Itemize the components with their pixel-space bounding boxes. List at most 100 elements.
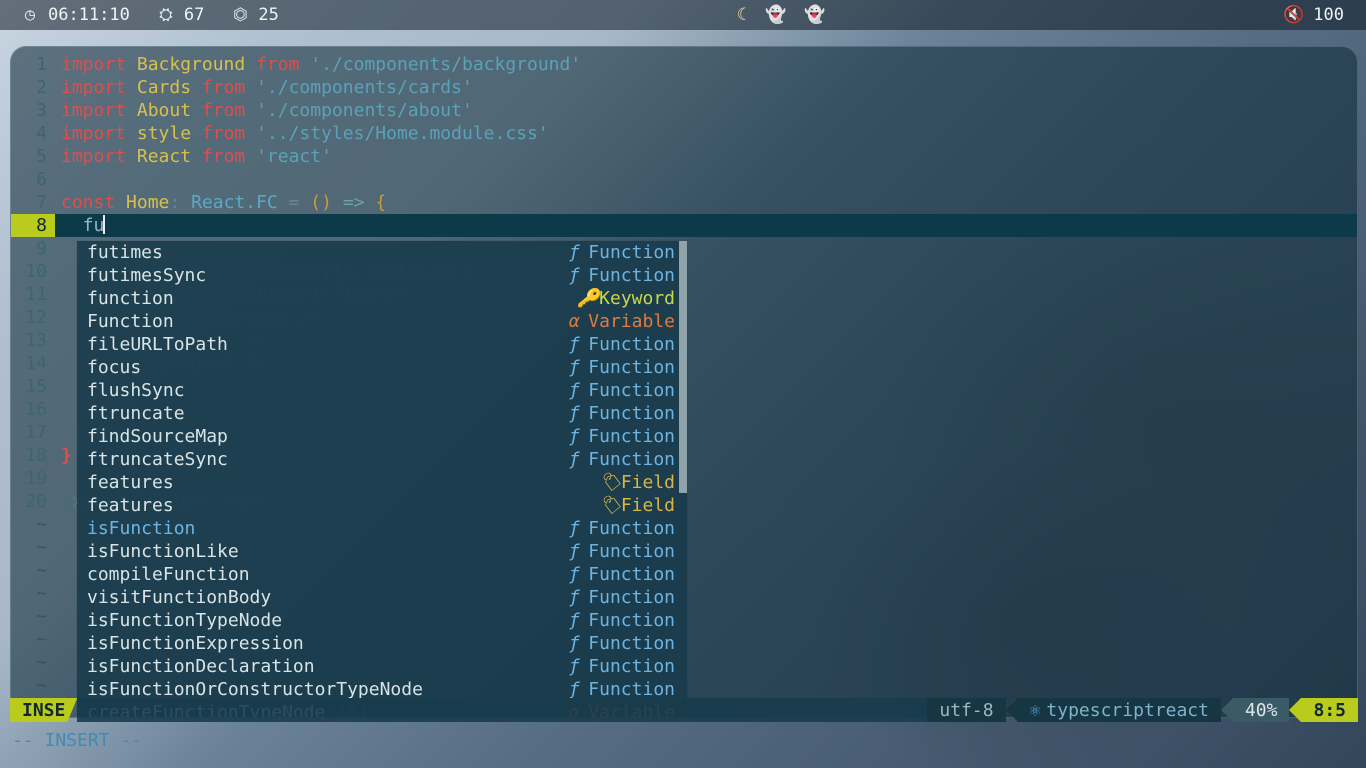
completion-item[interactable]: ftruncateƒFunction [77, 402, 687, 425]
completion-label: isFunctionExpression [87, 632, 304, 655]
completion-kind: ƒFunction [566, 540, 675, 563]
completion-item[interactable]: futimesSyncƒFunction [77, 264, 687, 287]
completion-label: flushSync [87, 379, 185, 402]
completion-label: features [87, 494, 174, 517]
line-content[interactable]: const Home: React.FC = () => { [55, 191, 386, 214]
stat1-icon: ⛭ [158, 4, 174, 27]
line-number: 15 [11, 375, 55, 398]
code-line[interactable]: 5import React from 'react' [11, 145, 1357, 168]
completion-label: futimes [87, 241, 163, 264]
encoding-segment: utf-8 [927, 698, 1005, 722]
editor-window[interactable]: 1import Background from './components/ba… [10, 46, 1358, 718]
completion-item[interactable]: findSourceMap ƒFunction [77, 425, 687, 448]
code-line[interactable]: 8 fu [11, 214, 1357, 237]
completion-item[interactable]: features 🏷Field [77, 494, 687, 517]
line-content[interactable]: import About from './components/about' [55, 99, 473, 122]
completion-kind: ƒFunction [566, 425, 675, 448]
func-icon: ƒ [566, 356, 582, 379]
func-icon: ƒ [566, 425, 582, 448]
tilde-marker: ~ [11, 513, 55, 536]
tilde-marker: ~ [11, 536, 55, 559]
line-number: 10 [11, 260, 55, 283]
completion-kind: 🏷Field [599, 471, 675, 494]
completion-item[interactable]: ftruncateSyncƒFunction [77, 448, 687, 471]
code-line[interactable]: 7const Home: React.FC = () => { [11, 191, 1357, 214]
completion-item[interactable]: isFunctionDeclarationƒFunction [77, 655, 687, 678]
code-line[interactable]: 2import Cards from './components/cards' [11, 76, 1357, 99]
tray-icons: ☾ 👻 👻 [737, 4, 826, 27]
completion-label: fileURLToPath [87, 333, 228, 356]
func-icon: ƒ [566, 586, 582, 609]
line-content[interactable]: import Background from './components/bac… [55, 53, 581, 76]
line-number: 20 [11, 490, 55, 513]
completion-item[interactable]: isFunctionTypeNodeƒFunction [77, 609, 687, 632]
completion-item[interactable]: compileFunctionƒFunction [77, 563, 687, 586]
line-content[interactable]: } [55, 444, 72, 467]
stat2-group: ⏣ 25 [232, 4, 278, 27]
completion-item[interactable]: visitFunctionBodyƒFunction [77, 586, 687, 609]
completion-label: compileFunction [87, 563, 250, 586]
react-icon: ⚛ [1030, 699, 1041, 722]
line-content[interactable]: import Cards from './components/cards' [55, 76, 473, 99]
completion-label: visitFunctionBody [87, 586, 271, 609]
code-line[interactable]: 4import style from '../styles/Home.modul… [11, 122, 1357, 145]
line-content[interactable]: import React from 'react' [55, 145, 332, 168]
volume-icon: 🔇 [1283, 4, 1299, 27]
stat2-value: 25 [258, 4, 278, 27]
completion-item[interactable]: FunctionαVariable [77, 310, 687, 333]
tilde-marker: ~ [11, 628, 55, 651]
completion-kind: ƒFunction [566, 379, 675, 402]
completion-item[interactable]: futimesƒFunction [77, 241, 687, 264]
tilde-marker: ~ [11, 674, 55, 697]
completion-item[interactable]: isFunctionƒFunction [77, 517, 687, 540]
code-line[interactable]: 1import Background from './components/ba… [11, 53, 1357, 76]
completion-label: focus [87, 356, 141, 379]
line-number: 8 [11, 214, 55, 237]
sep-icon [1221, 698, 1233, 722]
tilde-marker: ~ [11, 559, 55, 582]
line-number: 16 [11, 398, 55, 421]
line-number: 7 [11, 191, 55, 214]
func-icon: ƒ [566, 655, 582, 678]
completion-kind: ƒFunction [566, 333, 675, 356]
statusline: INSE utf-8 ⚛ typescriptreact 40% 8:5 [10, 698, 1358, 722]
tilde-marker: ~ [11, 651, 55, 674]
ghost-icon: 👻 [765, 4, 786, 27]
func-icon: ƒ [566, 609, 582, 632]
completion-kind: 🔑Keyword [577, 287, 675, 310]
completion-item[interactable]: features🏷Field [77, 471, 687, 494]
func-icon: ƒ [566, 402, 582, 425]
popup-scrollbar[interactable] [679, 241, 687, 493]
completion-popup[interactable]: futimesƒFunctionfutimesSyncƒFunctionfunc… [77, 241, 687, 718]
top-statusbar: ◷ 06:11:10 ⛭ 67 ⏣ 25 ☾ 👻 👻 🔇 100 [0, 0, 1366, 30]
line-number: 2 [11, 76, 55, 99]
clock-time: 06:11:10 [48, 4, 130, 27]
completion-item[interactable]: function🔑Keyword [77, 287, 687, 310]
line-number: 12 [11, 306, 55, 329]
filetype-label: typescriptreact [1046, 699, 1209, 722]
completion-item[interactable]: isFunctionExpression ƒFunction [77, 632, 687, 655]
line-number: 14 [11, 352, 55, 375]
completion-label: findSourceMap [87, 425, 228, 448]
moon-icon: ☾ [737, 4, 747, 27]
line-content[interactable]: fu [55, 214, 105, 237]
completion-item[interactable]: flushSync ƒFunction [77, 379, 687, 402]
field-icon: 🏷 [599, 471, 615, 494]
func-icon: ƒ [566, 264, 582, 287]
line-number: 1 [11, 53, 55, 76]
position-segment: 8:5 [1301, 698, 1358, 722]
code-line[interactable]: 6 [11, 168, 1357, 191]
completion-item[interactable]: focusƒFunction [77, 356, 687, 379]
completion-kind: ƒFunction [566, 632, 675, 655]
completion-item[interactable]: fileURLToPath ƒFunction [77, 333, 687, 356]
line-number: 17 [11, 421, 55, 444]
func-icon: ƒ [566, 632, 582, 655]
line-content[interactable]: import style from '../styles/Home.module… [55, 122, 549, 145]
line-number: 4 [11, 122, 55, 145]
field-icon: 🏷 [599, 494, 615, 517]
completion-item[interactable]: isFunctionLikeƒFunction [77, 540, 687, 563]
func-icon: ƒ [566, 333, 582, 356]
code-line[interactable]: 3import About from './components/about' [11, 99, 1357, 122]
completion-kind: ƒFunction [566, 609, 675, 632]
completion-kind: 🏷Field [599, 494, 675, 517]
